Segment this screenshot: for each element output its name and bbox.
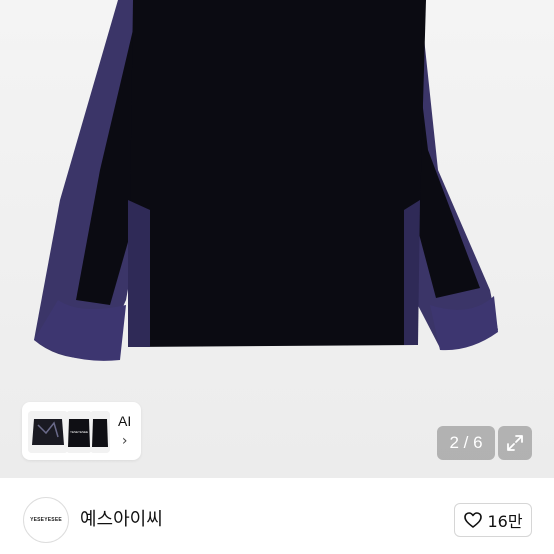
ai-thumbnail-strip[interactable]: YESEYESEE AI › [22, 402, 141, 460]
image-counter: 2 / 6 [437, 426, 495, 460]
like-button[interactable]: 16만 [454, 503, 532, 537]
ai-label-group: AI › [118, 413, 131, 449]
thumbnail-1 [28, 411, 68, 453]
like-count: 16만 [487, 512, 523, 531]
expand-button[interactable] [498, 426, 532, 460]
avatar-logo-text: YESEYESEE [30, 517, 62, 523]
sweatshirt-body [128, 0, 426, 347]
heart-icon [464, 512, 483, 528]
expand-icon [507, 435, 523, 451]
ai-label: AI [118, 413, 132, 429]
chevron-right-icon: › [121, 433, 128, 449]
product-image-viewer[interactable]: YESEYESEE AI › 2 / 6 [0, 0, 554, 478]
thumbnail-2: YESEYESEE [66, 411, 92, 453]
thumbnail-group: YESEYESEE [26, 407, 112, 455]
thumbnail-logo: YESEYESEE [70, 430, 88, 434]
seller-avatar[interactable]: YESEYESEE [23, 497, 69, 543]
seller-name[interactable]: 예스아이씨 [80, 505, 163, 531]
thumbnail-3 [90, 411, 110, 453]
